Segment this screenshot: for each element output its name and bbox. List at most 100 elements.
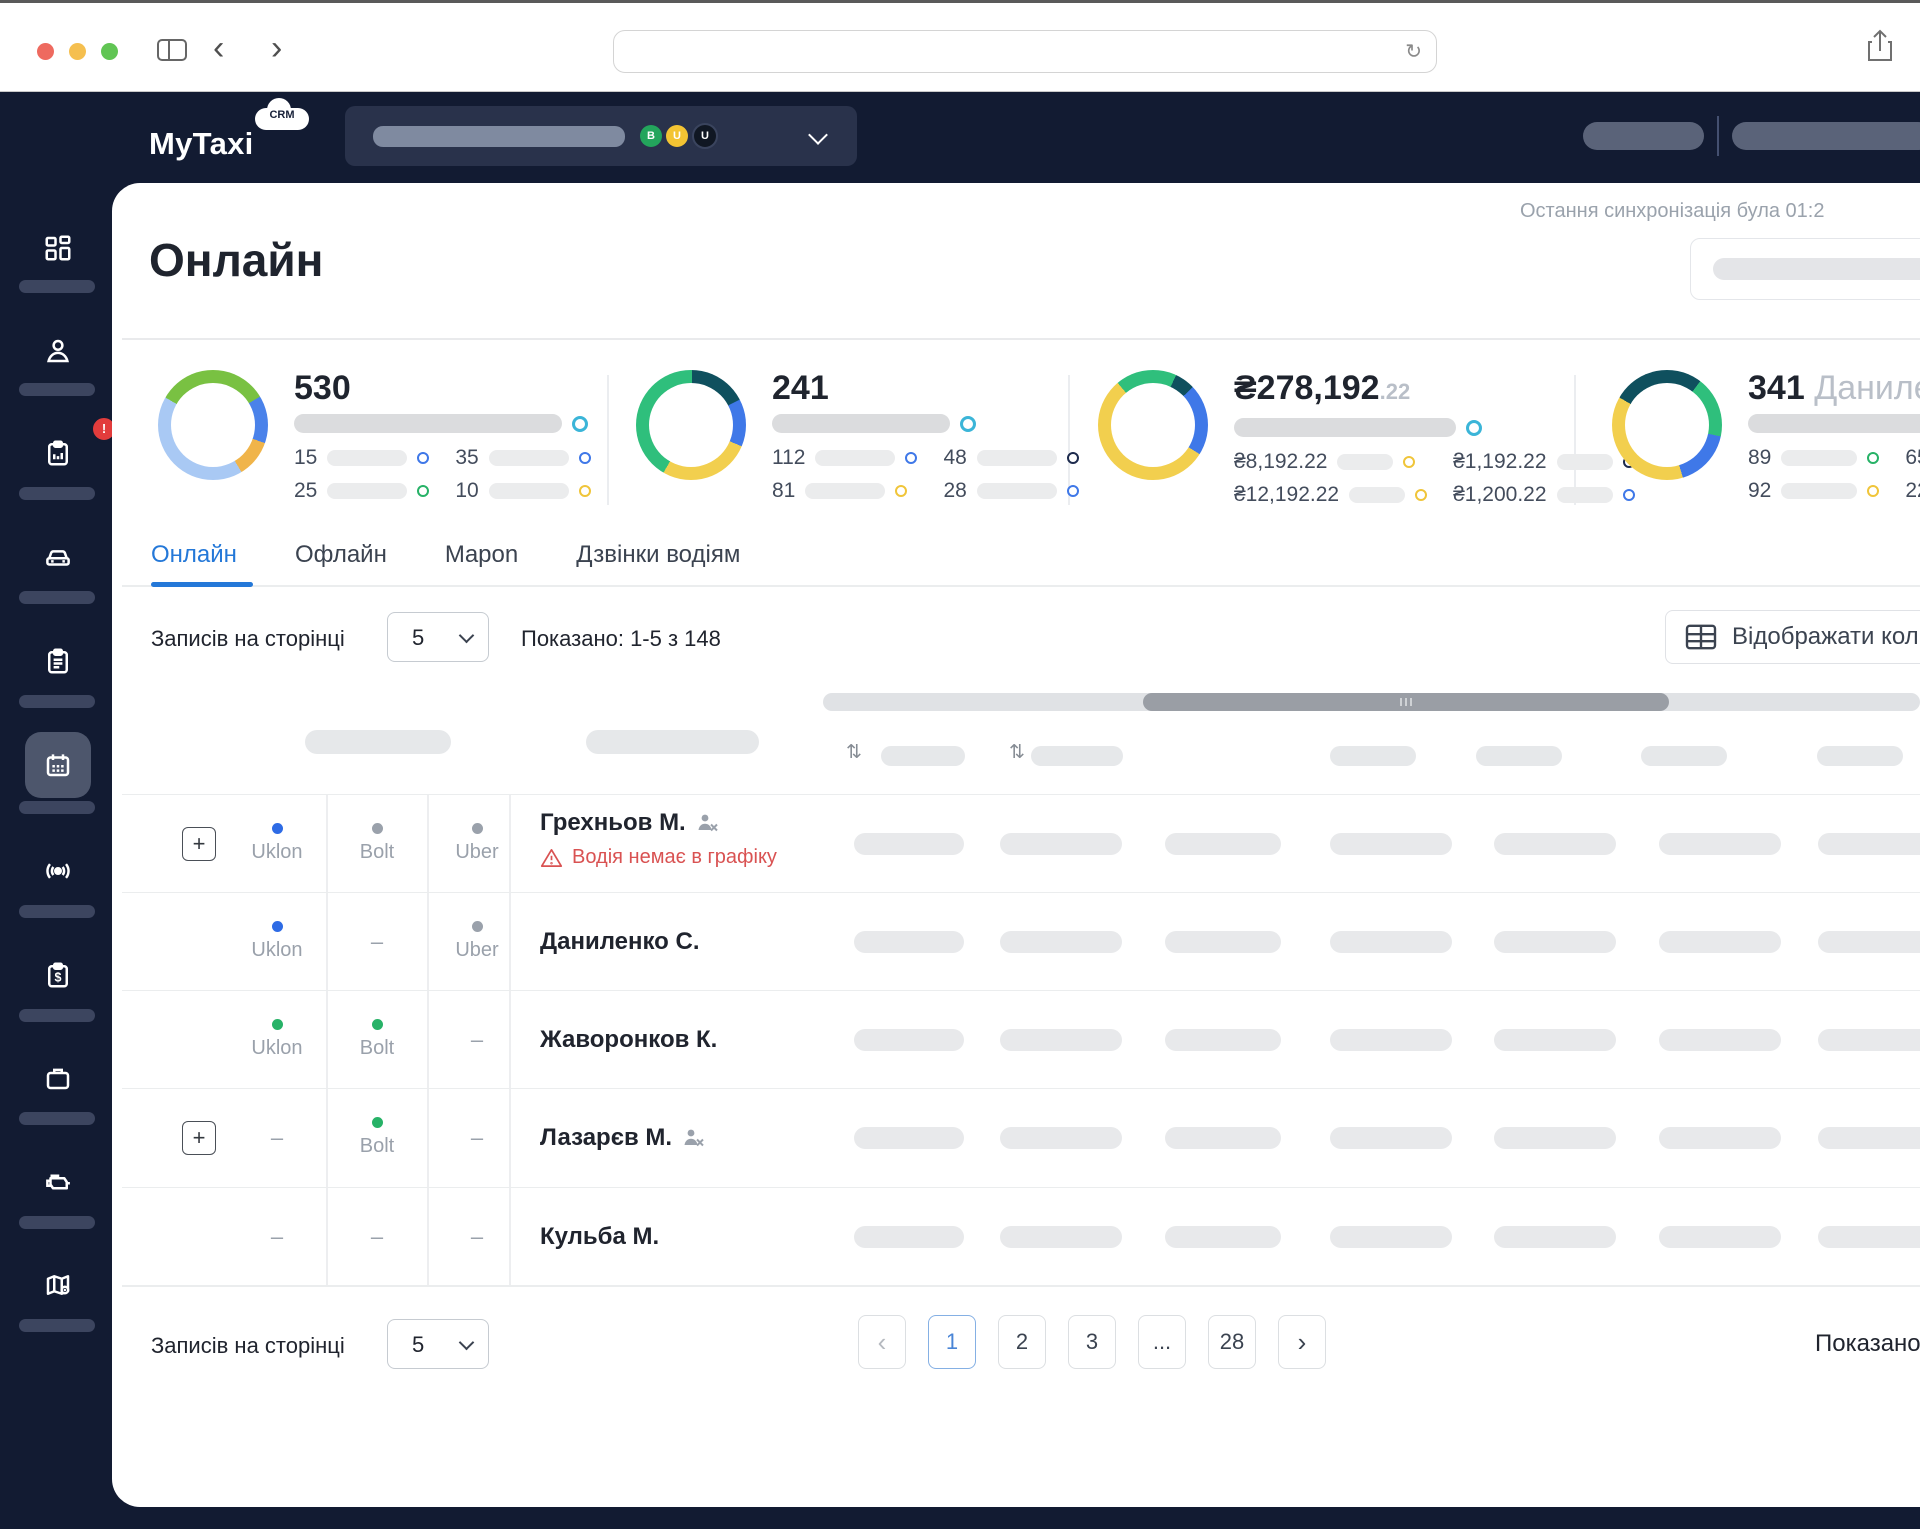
driver-name[interactable]: Грехньов М.	[540, 809, 686, 837]
filter-select[interactable]	[1690, 238, 1920, 300]
logo[interactable]: MyTaxi	[149, 126, 254, 162]
expand-row-button[interactable]: +	[182, 827, 216, 861]
next-page-button[interactable]: ›	[1278, 1315, 1326, 1369]
cell-placeholder	[1330, 1226, 1452, 1248]
cell-placeholder	[1000, 833, 1122, 855]
driver-name[interactable]: Жаворонков К.	[540, 1026, 717, 1054]
sidebar-item-documents[interactable]	[28, 631, 88, 691]
status-dot-active-icon	[372, 1117, 383, 1128]
stat-sub-bar	[1557, 487, 1613, 503]
back-button[interactable]: ‹	[213, 31, 224, 65]
driver-name[interactable]: Даниленко С.	[540, 928, 700, 956]
stat-sub-value: 112	[772, 446, 805, 470]
table-row[interactable]: – – – Кульба М.	[122, 1187, 1920, 1285]
stat-sub-value: ₴8,192.22	[1234, 450, 1327, 474]
cell-placeholder	[1330, 931, 1452, 953]
prev-page-button[interactable]: ‹	[858, 1315, 906, 1369]
cell-placeholder	[1000, 931, 1122, 953]
sidebar-item-dashboard[interactable]	[28, 218, 88, 278]
cell-placeholder	[1165, 931, 1281, 953]
legend-ring-yellow	[1403, 456, 1415, 468]
sidebar-item-broadcast[interactable]	[28, 841, 88, 901]
minimize-window-button[interactable]	[69, 43, 86, 60]
sidebar-item-users[interactable]	[28, 321, 88, 381]
legend-ring-blue	[1067, 485, 1079, 497]
tab-offline[interactable]: Офлайн	[295, 541, 387, 569]
header-action-placeholder-2[interactable]	[1732, 122, 1920, 150]
cell-placeholder	[1000, 1127, 1122, 1149]
stat-sub-bar	[1781, 483, 1857, 499]
stat-sub-value: 22	[1905, 479, 1920, 503]
dashboard-icon	[43, 233, 73, 263]
page-button-28[interactable]: 28	[1208, 1315, 1256, 1369]
zoom-window-button[interactable]	[101, 43, 118, 60]
sidebar-item-cars[interactable]	[28, 527, 88, 587]
empty-status: –	[432, 1188, 522, 1285]
stat-bar-placeholder	[772, 414, 950, 433]
header-action-placeholder[interactable]	[1583, 122, 1704, 150]
page-ellipsis-button[interactable]: ...	[1138, 1315, 1186, 1369]
per-page-select[interactable]: 5	[387, 612, 489, 662]
sidebar-item-service[interactable]	[28, 1152, 88, 1212]
expand-row-button[interactable]: +	[182, 1121, 216, 1155]
page-button-3[interactable]: 3	[1068, 1315, 1116, 1369]
page-button-2[interactable]: 2	[998, 1315, 1046, 1369]
stat-bar-placeholder	[294, 414, 562, 433]
platform-badge-uklon: U	[666, 125, 688, 147]
sidebar-item-billing[interactable]: $	[28, 945, 88, 1005]
bolt-status-cell: Bolt	[332, 1089, 422, 1186]
table-row[interactable]: Uklon Bolt – Жаворонков К.	[122, 990, 1920, 1088]
stat-sub-value: 89	[1748, 446, 1771, 470]
cell-placeholder	[1659, 931, 1781, 953]
status-dot-offline-icon	[472, 823, 483, 834]
empty-status: –	[232, 1089, 322, 1186]
driver-name[interactable]: Кульба М.	[540, 1223, 659, 1251]
tab-driver-calls[interactable]: Дзвінки водіям	[576, 541, 740, 569]
chevron-down-icon	[459, 1335, 475, 1351]
cell-placeholder	[1659, 833, 1781, 855]
stat-value: ₴278,192.22	[1234, 370, 1635, 410]
stat-sub-value: 15	[294, 446, 317, 470]
table-row[interactable]: + Uklon Bolt Uber Грехньов М. Водія нема…	[122, 794, 1920, 892]
sidebar-label-placeholder	[19, 1009, 95, 1022]
sidebar-toggle-icon[interactable]	[157, 39, 187, 61]
sort-icon[interactable]: ⇅	[1009, 741, 1025, 764]
share-icon[interactable]	[1866, 29, 1894, 68]
per-page-select[interactable]: 5	[387, 1319, 489, 1369]
driver-name[interactable]: Лазарєв М.	[540, 1124, 672, 1152]
user-icon	[43, 336, 73, 366]
cell-placeholder	[1000, 1029, 1122, 1051]
forward-button[interactable]: ›	[271, 31, 282, 65]
horizontal-scrollbar-handle[interactable]	[1143, 693, 1669, 711]
empty-status: –	[432, 1089, 522, 1186]
table-row[interactable]: + – Bolt – Лазарєв М.	[122, 1088, 1920, 1186]
close-window-button[interactable]	[37, 43, 54, 60]
sync-status-text: Остання синхронізація була 01:2	[1520, 200, 1824, 223]
url-bar[interactable]: ↻	[613, 30, 1437, 73]
account-dropdown[interactable]: B U U	[345, 106, 857, 166]
sidebar-item-jobs[interactable]	[28, 1048, 88, 1108]
refresh-icon[interactable]: ↻	[1405, 39, 1422, 64]
stat-value: 341 Даниленн	[1748, 370, 1920, 406]
uklon-status-cell: Uklon	[232, 991, 322, 1088]
sidebar-item-reports[interactable]: !	[28, 423, 88, 483]
stat-sub-value: 25	[294, 479, 317, 503]
sidebar-item-schedule[interactable]	[28, 735, 88, 795]
sidebar-item-map[interactable]	[28, 1255, 88, 1315]
horizontal-scrollbar-track[interactable]	[823, 693, 1920, 711]
stat-sub-bar	[327, 483, 407, 499]
tab-mapon[interactable]: Mapon	[445, 541, 518, 569]
stat-sub-bar	[815, 450, 895, 466]
driver-cell: Лазарєв М.	[540, 1124, 706, 1152]
tab-online[interactable]: Онлайн	[151, 541, 237, 569]
sort-icon[interactable]: ⇅	[846, 741, 862, 764]
uklon-status-cell: Uklon	[232, 795, 322, 892]
stat-card-online: 530 15 35 25 10	[158, 370, 591, 503]
stat-sub-value: 92	[1748, 479, 1771, 503]
cell-placeholder	[854, 1029, 964, 1051]
show-columns-button[interactable]: Відображати кол	[1665, 610, 1920, 664]
table-row[interactable]: Uklon – Uber Даниленко С.	[122, 892, 1920, 990]
uklon-status-cell: Uklon	[232, 893, 322, 990]
cell-placeholder	[854, 833, 964, 855]
page-button-1[interactable]: 1	[928, 1315, 976, 1369]
